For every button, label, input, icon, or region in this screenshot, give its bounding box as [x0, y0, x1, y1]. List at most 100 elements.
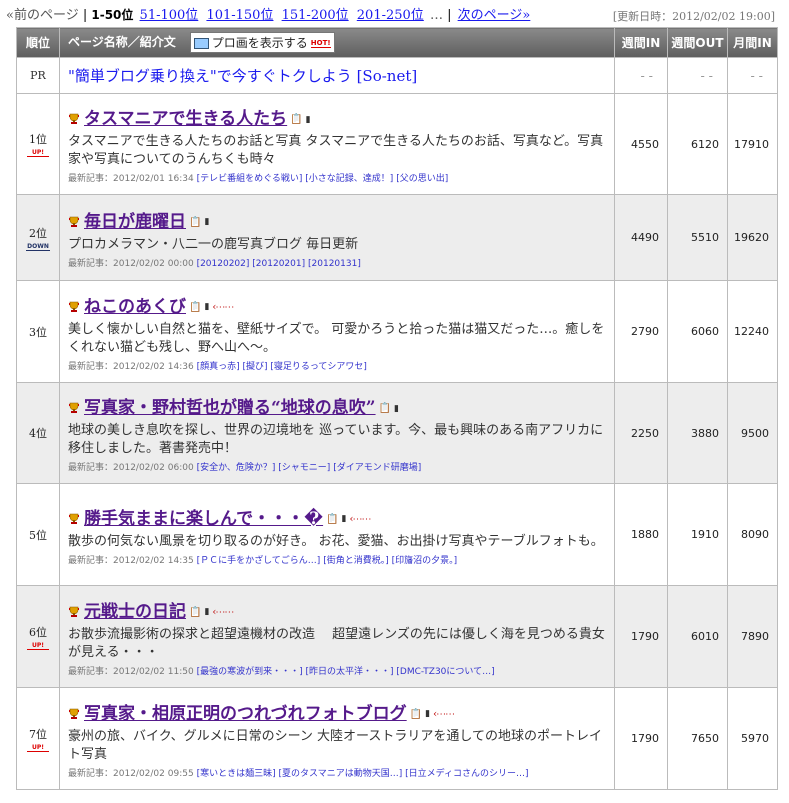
latest-date: 2012/02/02 00:00: [113, 258, 194, 269]
site-title-link[interactable]: 勝手気ままに楽しんで・・・�: [84, 509, 323, 529]
week-out-value: 5510: [667, 194, 728, 281]
document-icon: 📋: [189, 216, 202, 228]
pr-row: PR "簡単ブログ乗り換え"で今すぐトクしよう [So-net] - - - -…: [16, 57, 778, 94]
rank-number: 7位: [29, 727, 47, 741]
latest-article-link[interactable]: [シャモニー]: [278, 463, 330, 473]
week-in-value: 1790: [614, 585, 668, 688]
rank-cell: 4位: [16, 382, 60, 484]
rank-cell: 2位 DOWN: [16, 194, 60, 281]
latest-date: 2012/02/01 16:34: [113, 174, 194, 184]
latest-label: 最新記事：: [68, 361, 114, 372]
rank-number: 5位: [29, 528, 47, 542]
rank-up-badge: UP!: [27, 642, 49, 650]
next-page-link[interactable]: 次のページ»: [458, 8, 531, 23]
latest-article-link[interactable]: [寒いときは麺三昧]: [197, 769, 276, 779]
site-title-link[interactable]: タスマニアで生きる人たち: [84, 109, 287, 129]
site-description: 地球の美しき息吹を探し、世界の辺境地を 巡っています。今、最も興味のある南アフリ…: [68, 423, 604, 456]
latest-article-link[interactable]: [テレビ番組をめぐる戦い]: [197, 174, 303, 184]
page-link-51-100[interactable]: 51-100位: [140, 8, 199, 23]
latest-articles: 最新記事：2012/02/01 16:34 [テレビ番組をめぐる戦い] [小さな…: [68, 171, 608, 184]
latest-article-link[interactable]: [昨日の太平洋・・・]: [305, 667, 393, 677]
table-row: 5位 勝手気ままに楽しんで・・・� 📋 ▮ ‹⋯⋯ 散歩の何気ない風景を切り取るのが好き。…: [16, 483, 778, 586]
page-link-201-250[interactable]: 201-250位: [357, 8, 424, 23]
latest-articles: 最新記事：2012/02/02 14:35 [ＰＣに手をかざしてごらん…] [街…: [68, 553, 608, 566]
week-out-value: 6060: [667, 280, 728, 383]
trophy-icon: [68, 297, 84, 316]
latest-article-link[interactable]: [20120201]: [252, 259, 305, 269]
latest-articles: 最新記事：2012/02/02 14:36 [顔真っ赤] [擬び] [寝足りるっ…: [68, 359, 608, 372]
pagination: «前のページ | 1-50位 51-100位 101-150位 151-200位…: [6, 4, 532, 23]
mobile-phone-icon: ▮: [204, 607, 210, 617]
trophy-icon: [68, 509, 84, 528]
rank-number: 3位: [29, 325, 47, 339]
page-link-151-200[interactable]: 151-200位: [282, 8, 349, 23]
latest-article-link[interactable]: [擬び]: [242, 362, 267, 372]
site-title-link[interactable]: 元戦士の日記: [84, 602, 186, 622]
pr-cell: "簡単ブログ乗り換え"で今すぐトクしよう [So-net]: [59, 57, 615, 94]
document-icon: 📋: [189, 606, 202, 618]
rank-number: 2位: [29, 226, 47, 240]
site-title-link[interactable]: 写真家・野村哲也が贈る“地球の息吹”: [84, 398, 376, 418]
updated-timestamp: [更新日時：2012/02/02 19:00]: [612, 10, 775, 23]
latest-articles: 最新記事：2012/02/02 00:00 [20120202] [201202…: [68, 256, 608, 269]
latest-article-link[interactable]: [日立メディコさんのシリー…]: [405, 769, 528, 779]
week-in-value: 4550: [614, 93, 668, 195]
show-profile-image-label: プロ画を表示する: [211, 36, 308, 50]
site-cell: タスマニアで生きる人たち 📋 ▮ タスマニアで生きる人たちのお話と写真 タスマニアで生…: [59, 93, 615, 195]
latest-article-link[interactable]: [安全か、危険か？]: [197, 463, 276, 473]
trophy-icon: [68, 398, 84, 417]
site-title-link[interactable]: ねこのあくび: [84, 297, 186, 317]
latest-article-link[interactable]: [ＰＣに手をかざしてごらん…]: [197, 556, 321, 566]
latest-article-link[interactable]: [父の思い出]: [396, 174, 448, 184]
pr-week-in: - -: [614, 57, 668, 94]
latest-date: 2012/02/02 14:36: [113, 361, 194, 372]
mobile-phone-icon: ▮: [341, 514, 347, 524]
pager-separator: |: [82, 8, 88, 23]
latest-article-link[interactable]: [印旛沼の夕景。]: [392, 556, 458, 566]
site-title-link[interactable]: 写真家・相原正明のつれづれフォトブログ: [84, 704, 407, 724]
show-profile-image-button[interactable]: プロ画を表示する HOT!: [189, 32, 335, 53]
latest-article-link[interactable]: [街角と消費税。]: [323, 556, 389, 566]
rank-number: 6位: [29, 625, 47, 639]
prev-page-link[interactable]: «前のページ: [6, 8, 79, 23]
site-cell: 勝手気ままに楽しんで・・・� 📋 ▮ ‹⋯⋯ 散歩の何気ない風景を切り取るのが好き。 お…: [59, 483, 615, 586]
col-name-label: ページ名称／紹介文: [68, 35, 176, 49]
week-in-value: 4490: [614, 194, 668, 281]
pr-link[interactable]: "簡単ブログ乗り換え"で今すぐトクしよう [So-net]: [68, 67, 417, 85]
week-out-value: 6010: [667, 585, 728, 688]
latest-article-link[interactable]: [最強の寒波が到来・・・]: [197, 667, 303, 677]
latest-article-link[interactable]: [夏のタスマニアは動物天国…]: [278, 769, 402, 779]
site-cell: 毎日が鹿曜日 📋 ▮ プロカメラマン・八二一の鹿写真ブログ 毎日更新 最新記事：2012…: [59, 194, 615, 281]
month-in-value: 19620: [727, 194, 778, 281]
latest-label: 最新記事：: [68, 463, 114, 473]
latest-article-link[interactable]: [DMC-TZ30について…]: [396, 667, 494, 677]
latest-article-link[interactable]: [小さな記録、達成！]: [305, 174, 393, 184]
pr-week-out: - -: [667, 57, 728, 94]
latest-article-link[interactable]: [顔真っ赤]: [197, 362, 240, 372]
table-row: 6位 UP! 元戦士の日記 📋 ▮ ‹⋯⋯ お散歩流撮影術の探求と超望遠機材の改造 超望遠レ…: [16, 585, 778, 688]
rank-cell: 1位 UP!: [16, 93, 60, 195]
arrow-icon: ‹⋯⋯: [349, 513, 371, 525]
latest-article-link[interactable]: [20120131]: [308, 259, 361, 269]
rank-cell: 3位: [16, 280, 60, 383]
site-cell: ねこのあくび 📋 ▮ ‹⋯⋯ 美しく懐かしい自然と猫を、壁紙サイズで。 可愛かろうと拾っ…: [59, 280, 615, 383]
latest-article-link[interactable]: [寝足りるってシアワセ]: [270, 362, 367, 372]
hot-badge: HOT!: [310, 39, 331, 48]
month-in-value: 12240: [727, 280, 778, 383]
latest-articles: 最新記事：2012/02/02 06:00 [安全か、危険か？] [シャモニー]…: [68, 460, 608, 473]
latest-articles: 最新記事：2012/02/02 09:55 [寒いときは麺三昧] [夏のタスマニ…: [68, 766, 608, 779]
col-month-in-header: 月間IN: [727, 27, 778, 58]
latest-article-link[interactable]: [20120202]: [197, 259, 250, 269]
week-out-value: 7650: [667, 687, 728, 790]
month-in-value: 8090: [727, 483, 778, 586]
rank-number: 4位: [29, 427, 47, 440]
latest-article-link[interactable]: [ダイアモンド研磨場]: [333, 463, 421, 473]
site-title-link[interactable]: 毎日が鹿曜日: [84, 212, 186, 232]
table-row: 1位 UP! タスマニアで生きる人たち 📋 ▮ タスマニアで生きる人たちのお話と写真 タス…: [16, 93, 778, 195]
month-in-value: 9500: [727, 382, 778, 484]
ranking-table: 順位 ページ名称／紹介文 プロ画を表示する HOT! 週間IN 週間OUT 月間IN…: [16, 27, 778, 790]
latest-date: 2012/02/02 14:35: [113, 555, 194, 566]
page-link-101-150[interactable]: 101-150位: [206, 8, 273, 23]
site-description: お散歩流撮影術の探求と超望遠機材の改造 超望遠レンズの先には優しく海を見つめる貴…: [68, 626, 605, 660]
document-icon: 📋: [290, 114, 303, 125]
